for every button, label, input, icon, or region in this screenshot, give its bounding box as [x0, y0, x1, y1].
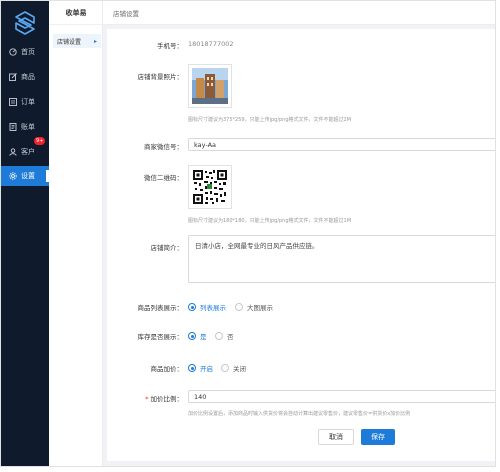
radio-dot [235, 303, 243, 311]
qrcode-hint: 图标尺寸建议为180*180，只能上传jpg/png格式文件，文件不能超过1M [188, 218, 352, 224]
save-button[interactable]: 保存 [361, 429, 395, 445]
wechat-input[interactable]: kay-Aa [188, 138, 495, 151]
radio-dot [188, 303, 196, 311]
nav-item-products[interactable]: 商品 [1, 67, 49, 87]
notification-badge: 9+ [34, 137, 46, 145]
top-bar: 店铺设置 [103, 1, 495, 25]
nav-item-label: 首页 [21, 48, 35, 56]
nav-item-settings[interactable]: 设置 [1, 166, 49, 186]
radio-dot [188, 364, 196, 372]
sub-sidebar-title: 收单易 [49, 1, 103, 25]
radio-dot [188, 332, 196, 340]
breadcrumb: 店铺设置 [113, 9, 139, 18]
radio-large-image-view[interactable]: 大图展示 [235, 302, 273, 312]
user-icon [8, 148, 17, 157]
radio-label: 大图展示 [247, 304, 273, 312]
background-label: 店铺背景照片： [137, 73, 184, 81]
app-window: 首页 商品 订单 账单 客户 9+ 设置 收单易 店铺设置 ▸ 店铺设置 手机号… [0, 0, 496, 467]
chevron-right-icon: ▸ [93, 37, 97, 45]
radio-markup-on[interactable]: 开启 [188, 363, 213, 373]
nav-item-label: 订单 [21, 98, 35, 106]
radio-stock-no[interactable]: 否 [215, 331, 234, 341]
radio-label: 开启 [200, 365, 213, 373]
qrcode-upload[interactable] [188, 165, 232, 209]
background-hint: 图标尺寸建议为375*259，只能上传jpg/png格式文件，文件不能超过2M [188, 117, 352, 123]
phone-label: 手机号： [157, 42, 183, 50]
background-photo [192, 68, 228, 104]
nav-item-home[interactable]: 首页 [1, 42, 49, 62]
markup-label: 商品加价： [150, 365, 184, 373]
radio-label: 否 [227, 333, 234, 341]
nav-item-label: 商品 [21, 73, 35, 81]
intro-textarea[interactable]: 日清小店，全网最专业的日风产品供应链。 [188, 235, 495, 283]
order-icon [8, 98, 17, 107]
cancel-button[interactable]: 取消 [318, 429, 354, 445]
sub-sidebar: 收单易 店铺设置 ▸ [49, 1, 103, 466]
nav-item-orders[interactable]: 订单 [1, 92, 49, 112]
nav-item-label: 账单 [21, 123, 35, 131]
qrcode-label: 微信二维码： [144, 174, 183, 182]
home-icon [8, 48, 17, 57]
nav-item-label: 客户 [21, 148, 35, 156]
ratio-label: * 加价比例： [107, 393, 183, 403]
phone-value: 18018777002 [188, 40, 234, 48]
main-sidebar: 首页 商品 订单 账单 客户 9+ 设置 [1, 1, 49, 466]
radio-label: 列表展示 [200, 304, 226, 312]
settings-form: 手机号： 18018777002 店铺背景照片： 图标尺寸建议为375*259，… [107, 29, 495, 461]
radio-markup-off[interactable]: 关闭 [221, 363, 246, 373]
ratio-input[interactable]: 140 [188, 390, 495, 403]
nav-item-customers[interactable]: 客户 9+ [1, 137, 49, 162]
edit-icon [8, 73, 17, 82]
intro-label: 店铺简介： [150, 244, 184, 252]
nav-item-label: 设置 [21, 172, 35, 180]
background-image-upload[interactable] [188, 64, 232, 108]
qrcode-image [192, 169, 228, 205]
bill-icon [8, 123, 17, 132]
radio-dot [215, 332, 223, 340]
settings-icon [8, 172, 17, 181]
required-mark: * [145, 395, 149, 403]
logo-icon [15, 11, 35, 35]
list-display-label: 商品列表展示： [137, 304, 184, 312]
radio-dot [221, 364, 229, 372]
stock-display-label: 库存是否展示： [137, 333, 184, 341]
wechat-label: 商家微信号： [144, 143, 183, 151]
radio-list-view[interactable]: 列表展示 [188, 302, 226, 312]
sub-sidebar-item-shop-settings[interactable]: 店铺设置 ▸ [53, 34, 101, 48]
radio-stock-yes[interactable]: 是 [188, 331, 207, 341]
radio-label: 关闭 [233, 365, 246, 373]
ratio-label-text: 加价比例： [150, 395, 184, 403]
nav-item-bills[interactable]: 账单 [1, 117, 49, 137]
sub-sidebar-item-label: 店铺设置 [57, 38, 82, 46]
ratio-hint: 加价比例设置后，添加商品时输入供货价将会自动计算出建议零售价，建议零售价=供货价… [188, 411, 411, 417]
radio-label: 是 [200, 333, 207, 341]
